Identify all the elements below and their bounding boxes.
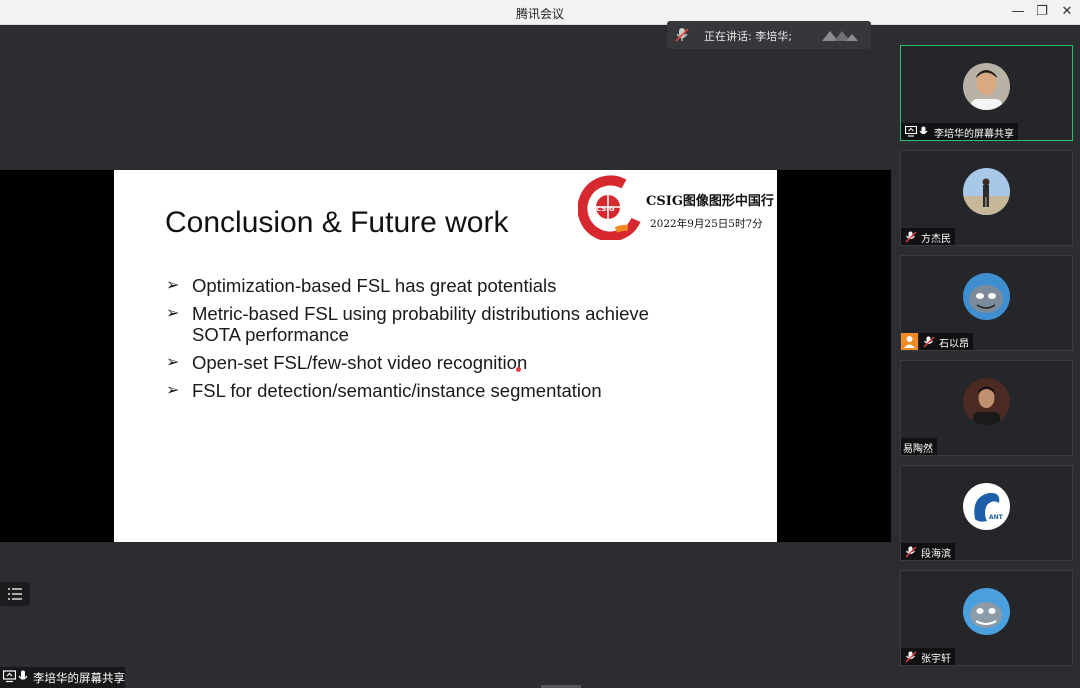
arrow-bullet-icon: ➢	[166, 277, 180, 294]
participant-name-label: 易陶然	[901, 438, 937, 455]
participant-tile[interactable]: 易陶然	[900, 360, 1073, 456]
presentation-slide: Conclusion & Future work CSIG CSIG图像图形中国…	[114, 170, 777, 542]
slide-title: Conclusion & Future work	[165, 206, 509, 239]
participant-name-label: 张宇轩	[901, 648, 955, 665]
muted-mic-icon	[923, 336, 935, 348]
participant-tile[interactable]: 方杰民	[900, 150, 1073, 246]
bullet-item: ➢ Open-set FSL/few-shot video recognitio…	[166, 352, 528, 373]
participant-tile[interactable]: 李培华的屏幕共享	[900, 45, 1073, 141]
muted-mic-icon	[675, 28, 689, 42]
participant-name-label: 石以昂	[919, 333, 973, 350]
avatar	[963, 273, 1010, 320]
participant-name: 易陶然	[903, 444, 933, 455]
speaking-text: 正在讲话: 李培华;	[704, 30, 792, 43]
share-label-text: 李培华的屏幕共享	[33, 671, 125, 685]
menu-button[interactable]	[0, 582, 30, 606]
participant-name-label: 方杰民	[901, 228, 955, 245]
svg-text:ANT: ANT	[989, 514, 1004, 521]
participant-tile[interactable]: ANT 段海滨	[900, 465, 1073, 561]
participant-name: 张宇轩	[921, 654, 951, 665]
tencent-meeting-logo-icon	[822, 31, 858, 41]
participant-name: 石以昂	[939, 339, 969, 350]
participant-name: 李培华的屏幕共享	[934, 129, 1014, 140]
avatar	[963, 168, 1010, 215]
logo-text: CSIG图像图形中国行	[646, 194, 774, 209]
laser-pointer	[516, 367, 521, 372]
bullet-item: ➢ Optimization-based FSL has great poten…	[166, 275, 557, 296]
list-menu-icon	[8, 588, 22, 600]
title-bar: 腾讯会议 — ❐ ✕	[0, 0, 1080, 25]
mic-icon	[18, 670, 28, 680]
arrow-bullet-icon: ➢	[166, 305, 180, 322]
mic-icon	[919, 126, 928, 135]
participant-tile[interactable]: 石以昂	[900, 255, 1073, 351]
csig-emblem-icon: CSIG	[577, 175, 641, 242]
user-avatar-badge	[901, 333, 918, 350]
arrow-bullet-icon: ➢	[166, 354, 180, 371]
speaking-indicator: 正在讲话: 李培华;	[667, 21, 871, 49]
user-icon	[904, 336, 915, 348]
avatar	[963, 588, 1010, 635]
svg-text:CSIG: CSIG	[596, 205, 615, 213]
bullet-list: ➢ Optimization-based FSL has great poten…	[166, 275, 686, 408]
bullet-item: ➢ Metric-based FSL using probability dis…	[166, 303, 649, 345]
restore-button[interactable]: ❐	[1031, 2, 1053, 22]
participant-tile[interactable]: 张宇轩	[900, 570, 1073, 666]
participant-name: 段海滨	[921, 549, 951, 560]
bullet-item: ➢ FSL for detection/semantic/instance se…	[166, 380, 602, 401]
close-button[interactable]: ✕	[1056, 2, 1078, 22]
arrow-bullet-icon: ➢	[166, 382, 180, 399]
participant-name-label: 李培华的屏幕共享	[901, 123, 1018, 140]
muted-mic-icon	[905, 651, 917, 663]
participant-name: 方杰民	[921, 234, 951, 245]
csig-logo: CSIG CSIG图像图形中国行 2022年9月25日5时7分	[577, 174, 774, 242]
muted-mic-icon	[905, 546, 917, 558]
avatar: ANT	[963, 483, 1010, 530]
screen-share-icon	[3, 670, 16, 683]
screen-share-label: 李培华的屏幕共享	[0, 667, 125, 688]
participant-panel: 李培华的屏幕共享 方杰民 石以昂 易陶然 ANT 段海滨 张宇轩	[891, 25, 1080, 688]
participant-name-label: 段海滨	[901, 543, 955, 560]
minimize-button[interactable]: —	[1007, 2, 1029, 22]
window-title: 腾讯会议	[515, 7, 564, 21]
muted-mic-icon	[905, 231, 917, 243]
shared-screen-stage: Conclusion & Future work CSIG CSIG图像图形中国…	[0, 25, 891, 688]
screen-share-icon	[905, 126, 917, 137]
slide-date: 2022年9月25日5时7分	[650, 218, 763, 230]
avatar	[963, 378, 1010, 425]
avatar	[963, 63, 1010, 110]
